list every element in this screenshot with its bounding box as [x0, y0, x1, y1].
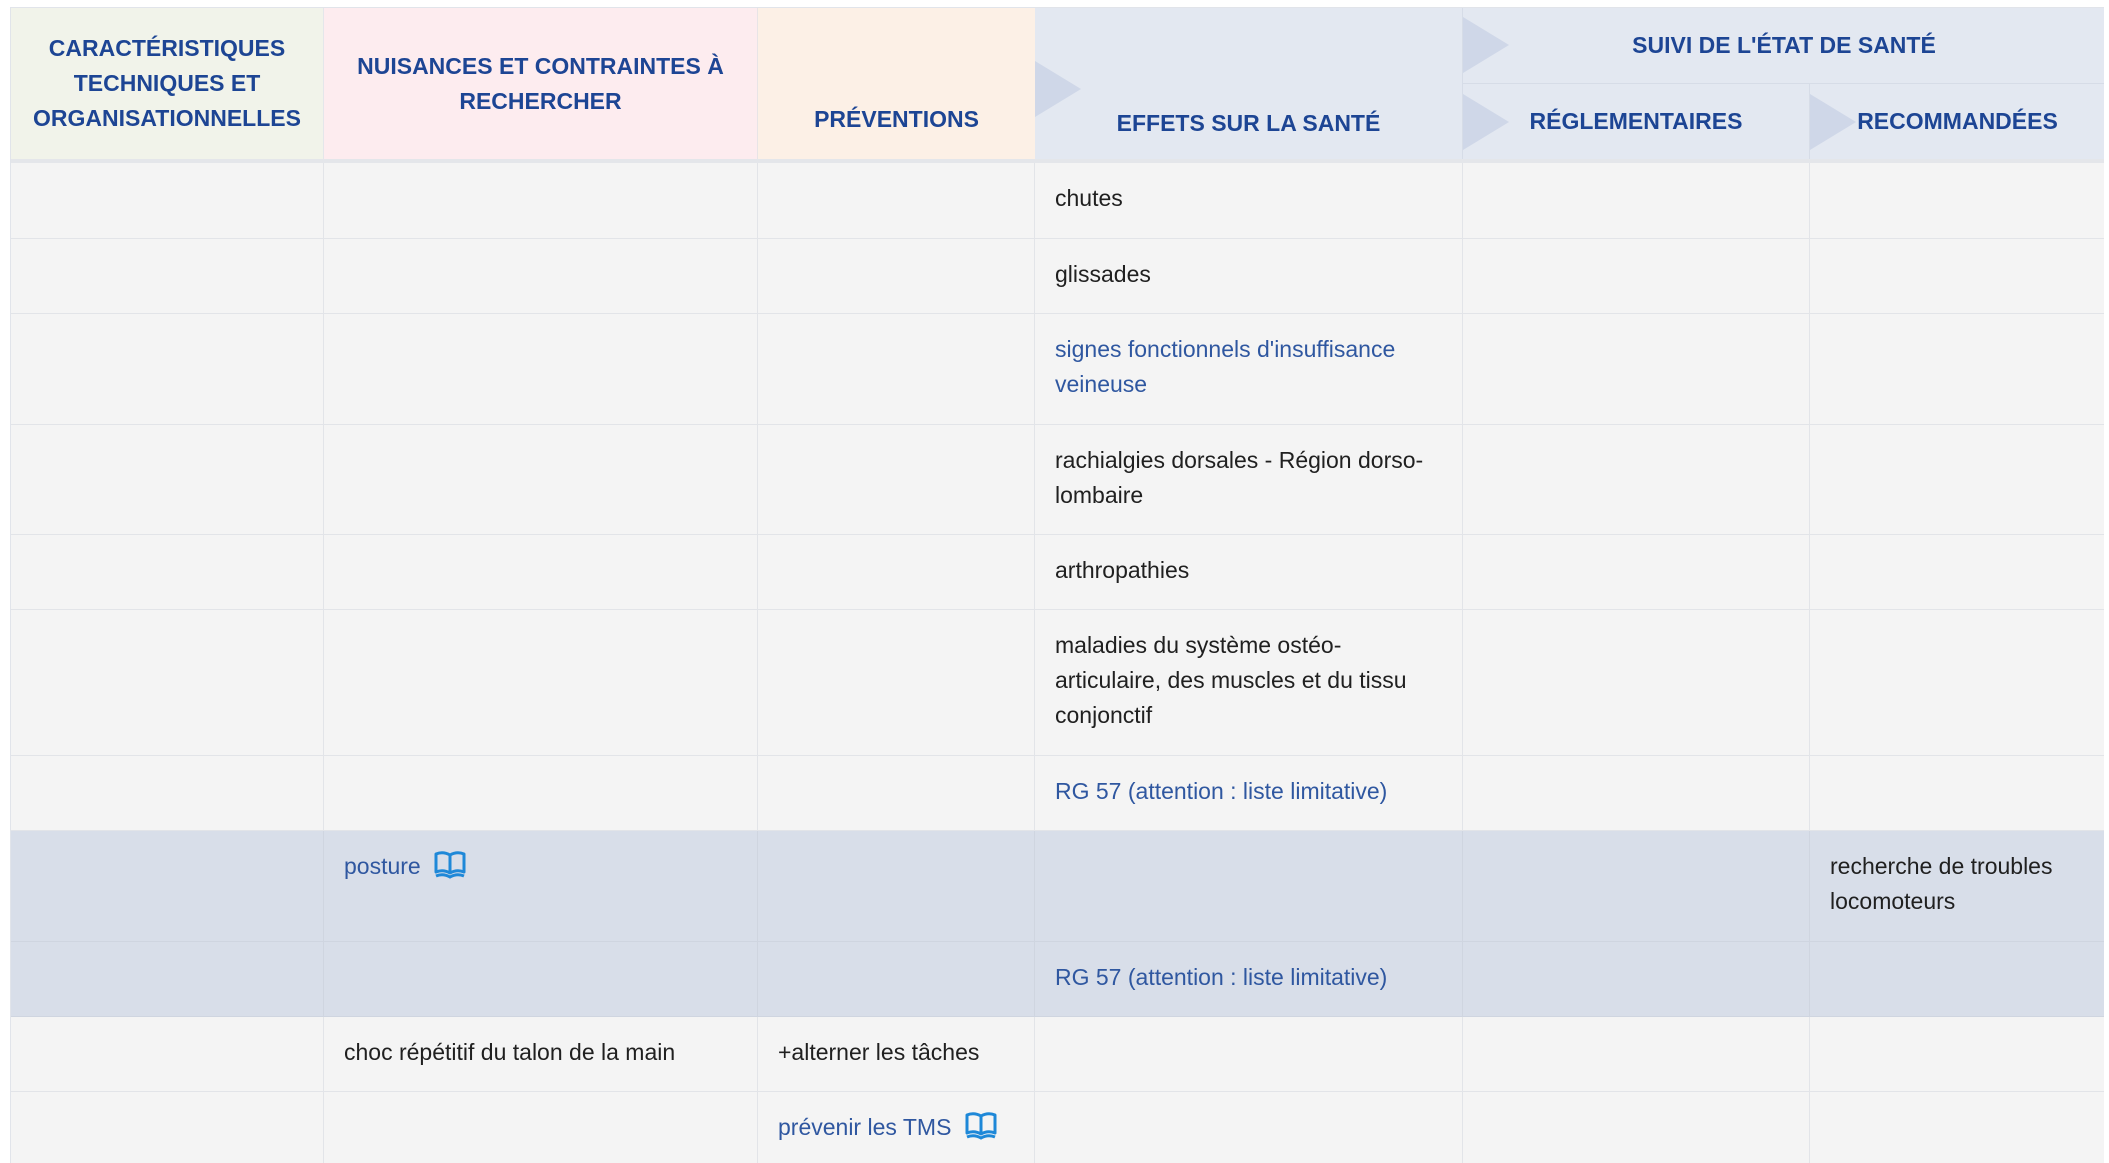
table-row-highlight: RG 57 (attention : liste limitative) — [11, 942, 2104, 1017]
table-row: glissades — [11, 239, 2104, 314]
recommandee-cell: recherche de troubles locomoteurs — [1830, 853, 2053, 914]
table-row: maladies du système ostéo-articulaire, d… — [11, 610, 2104, 756]
effet-sante-cell: rachialgies dorsales - Région dorso-lomb… — [1035, 425, 1463, 534]
header-effets-sante: EFFETS SUR LA SANTÉ — [1035, 8, 1463, 159]
header-sante-group: EFFETS SUR LA SANTÉ SUIVI DE L'ÉTAT DE S… — [1035, 8, 2104, 159]
book-icon[interactable] — [433, 850, 467, 880]
nuisance-cell: choc répétitif du talon de la main — [324, 1017, 758, 1091]
table-row: RG 57 (attention : liste limitative) — [11, 756, 2104, 831]
table-row: chutes — [11, 163, 2104, 239]
table-row-highlight: posture recherche de troubles locomoteur… — [11, 831, 2104, 942]
header-nuisances: NUISANCES ET CONTRAINTES À RECHERCHER — [324, 8, 758, 159]
effet-sante-cell: chutes — [1035, 163, 1463, 238]
table-body: chutes glissades signes fonctionnels d'i… — [11, 163, 2104, 1163]
table-row: rachialgies dorsales - Région dorso-lomb… — [11, 425, 2104, 535]
header-reglementaires: RÉGLEMENTAIRES — [1463, 84, 1810, 159]
table-row: signes fonctionnels d'insuffisance veine… — [11, 314, 2104, 425]
table-row: prévenir les TMS — [11, 1092, 2104, 1163]
effet-sante-cell: glissades — [1035, 239, 1463, 313]
header-suivi-etat-sante: SUIVI DE L'ÉTAT DE SANTÉ — [1463, 8, 2104, 84]
effet-sante-link[interactable]: signes fonctionnels d'insuffisance veine… — [1055, 336, 1395, 397]
table-row: arthropathies — [11, 535, 2104, 610]
rg57-link[interactable]: RG 57 (attention : liste limitative) — [1055, 964, 1387, 990]
header-preventions: PRÉVENTIONS — [758, 8, 1035, 159]
effet-sante-cell: arthropathies — [1035, 535, 1463, 609]
table-row: choc répétitif du talon de la main +alte… — [11, 1017, 2104, 1092]
effet-sante-cell: maladies du système ostéo-articulaire, d… — [1035, 610, 1463, 755]
header-recommandees: RECOMMANDÉES — [1857, 108, 2058, 134]
prevention-cell: +alterner les tâches — [758, 1017, 1035, 1091]
book-icon[interactable] — [964, 1111, 998, 1141]
risk-table: CARACTÉRISTIQUES TECHNIQUES ET ORGANISAT… — [10, 7, 2104, 1163]
rg57-link[interactable]: RG 57 (attention : liste limitative) — [1055, 778, 1387, 804]
header-caracteristiques: CARACTÉRISTIQUES TECHNIQUES ET ORGANISAT… — [11, 8, 324, 159]
prevenir-tms-link[interactable]: prévenir les TMS — [778, 1114, 951, 1140]
posture-link[interactable]: posture — [344, 853, 421, 879]
